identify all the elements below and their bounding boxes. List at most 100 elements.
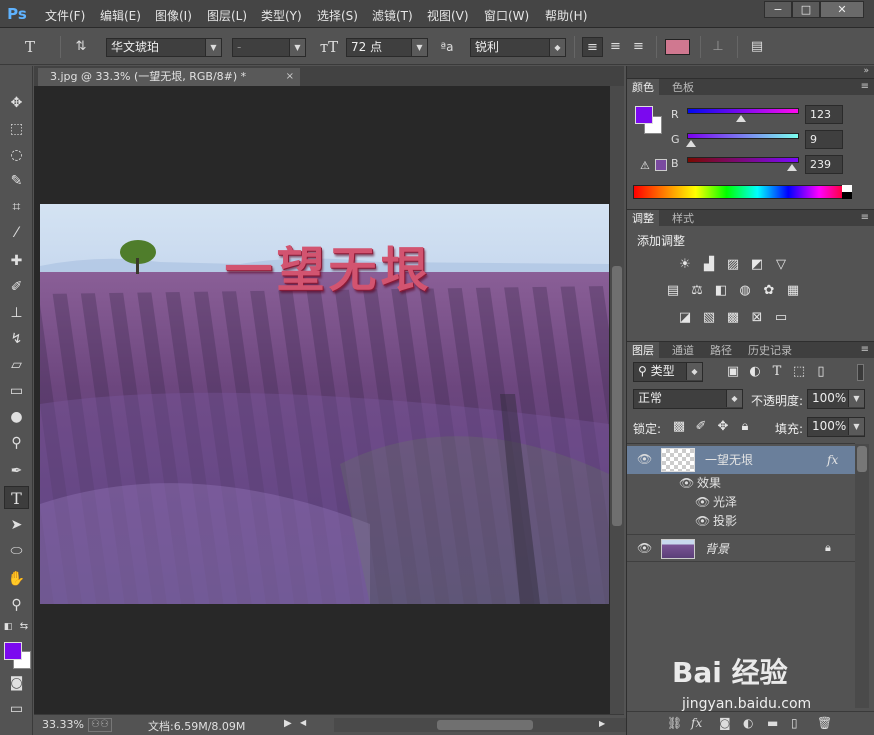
threshold-icon[interactable]: ▩ [723,309,743,327]
status-menu-arrow-icon[interactable]: ▶ [284,718,292,729]
align-left-icon[interactable]: ≡ [582,37,603,57]
screen-mode-icon[interactable]: ▭ [4,698,29,721]
gradient-tool-icon[interactable]: ▭ [4,380,29,403]
white-ramp-swatch[interactable] [842,185,852,192]
text-layer-overlay[interactable]: 一望无垠 [40,230,609,300]
vibrance-icon[interactable]: ▽ [771,256,791,274]
collapse-panels-icon[interactable]: » [863,66,869,76]
eyedropper-tool-icon[interactable]: ⁄ [4,222,29,245]
align-right-icon[interactable]: ≡ [628,37,649,57]
scroll-right-icon[interactable]: ▶ [599,719,605,728]
selective-color-icon[interactable]: ⊠ [747,309,767,327]
lavender-field-image[interactable]: 一望无垠 [40,204,609,604]
levels-icon[interactable]: ▟ [699,256,719,274]
antialias-select[interactable]: 锐利 ◆ [470,38,566,57]
filter-adjustment-icon[interactable]: ◐ [745,363,765,381]
eye-icon[interactable]: 👁︎ [695,493,710,512]
effects-row[interactable]: 👁︎ 效果 [627,474,855,493]
ellipse-tool-icon[interactable]: ⬭ [4,540,29,563]
tab-adjustments[interactable]: 调整 [627,210,659,227]
filter-toggle-switch[interactable] [857,364,864,381]
default-colors-icon[interactable]: ◧ [2,620,14,634]
layer-filter-select[interactable]: ⚲ 类型 ◆ [633,362,703,382]
canvas-vertical-scrollbar[interactable] [610,86,624,714]
curves-icon[interactable]: ▨ [723,256,743,274]
fx-badge[interactable]: fx [827,447,838,473]
warp-text-icon[interactable]: ⊥ [707,37,729,57]
menu-type[interactable]: 类型(Y) [261,7,302,24]
align-center-icon[interactable]: ≡ [605,37,626,57]
font-size-select[interactable]: 72 点 ▼ [346,38,428,57]
tab-swatches[interactable]: 色板 [667,79,699,96]
status-toggle-icon[interactable]: ⚇⚇ [88,718,112,732]
filter-type-icon[interactable]: T [767,363,787,381]
color-panel-foreground-swatch[interactable] [635,106,653,124]
type-tool-icon[interactable]: T [4,486,29,509]
healing-brush-tool-icon[interactable]: ✚ [4,250,29,273]
hand-tool-icon[interactable]: ✋ [4,568,29,591]
eye-icon[interactable]: 👁︎ [695,512,710,531]
layer-row-text[interactable]: 👁︎ 一望无垠 fx [627,446,855,474]
green-slider-track[interactable] [687,133,799,139]
font-style-select[interactable]: - ▼ [232,38,306,57]
font-family-select[interactable]: 华文琥珀 ▼ [106,38,222,57]
lasso-tool-icon[interactable]: ◌ [4,144,29,167]
red-slider-track[interactable] [687,108,799,114]
green-value-field[interactable]: 9 [805,130,843,149]
layer-name[interactable]: 背景 [705,536,729,562]
layer-name[interactable]: 一望无垠 [705,447,753,473]
canvas-horizontal-scrollbar[interactable] [334,718,642,732]
hue-saturation-icon[interactable]: ▤ [663,282,683,300]
dodge-tool-icon[interactable]: ⚲ [4,432,29,455]
color-balance-icon[interactable]: ⚖ [687,282,707,300]
menu-edit[interactable]: 编辑(E) [100,7,141,24]
lock-all-icon[interactable]: 🔒︎ [735,418,755,436]
swap-colors-icon[interactable]: ⇆ [18,620,30,634]
eraser-tool-icon[interactable]: ▱ [4,354,29,377]
tab-channels[interactable]: 通道 [667,342,699,359]
zoom-tool-icon[interactable]: ⚲ [4,594,29,617]
panel-menu-icon[interactable]: ≡ [861,212,869,223]
blend-mode-select[interactable]: 正常 ◆ [633,389,743,409]
crop-tool-icon[interactable]: ⌗ [4,196,29,219]
character-panel-icon[interactable]: ▤ [746,37,768,57]
filter-pixel-icon[interactable]: ▣ [723,363,743,381]
stamp-tool-icon[interactable]: ⊥ [4,302,29,325]
scrollbar-thumb[interactable] [857,446,867,472]
lock-transparent-icon[interactable]: ▩ [669,418,689,436]
history-brush-tool-icon[interactable]: ↯ [4,328,29,351]
red-slider-thumb[interactable] [736,115,747,122]
scrollbar-thumb[interactable] [612,266,622,526]
black-ramp-swatch[interactable] [842,192,852,199]
tab-color[interactable]: 颜色 [627,79,659,96]
path-select-tool-icon[interactable]: ➤ [4,514,29,537]
foreground-color-swatch[interactable] [4,642,22,660]
zoom-level[interactable]: 33.33% [42,718,84,731]
scroll-left-icon[interactable]: ◀ [300,718,306,727]
panel-menu-icon[interactable]: ≡ [861,81,869,92]
tab-paths[interactable]: 路径 [705,342,737,359]
green-slider-thumb[interactable] [685,140,696,147]
filter-smart-object-icon[interactable]: ▯ [811,363,831,381]
invert-icon[interactable]: ◪ [675,309,695,327]
lock-image-icon[interactable]: ✐ [691,418,711,436]
tab-layers[interactable]: 图层 [627,342,659,359]
channel-mixer-icon[interactable]: ✿ [759,282,779,300]
document-tab[interactable]: 3.jpg @ 33.3% (一望无垠, RGB/8#) * × [38,68,300,86]
pen-tool-icon[interactable]: ✒ [4,460,29,483]
posterize-icon[interactable]: ▧ [699,309,719,327]
gradient-map-icon[interactable]: ▭ [771,309,791,327]
layer-row-background[interactable]: 👁︎ 背景 🔒︎ [627,534,855,562]
brush-tool-icon[interactable]: ✐ [4,276,29,299]
blur-tool-icon[interactable]: ● [4,406,29,429]
menu-layer[interactable]: 图层(L) [207,7,247,24]
text-orientation-icon[interactable]: ⇅ [70,37,92,57]
menu-select[interactable]: 选择(S) [317,7,358,24]
tab-history[interactable]: 历史记录 [743,342,797,359]
text-color-swatch[interactable] [665,39,690,55]
menu-window[interactable]: 窗口(W) [484,7,529,24]
quick-mask-icon[interactable]: ◙ [4,672,29,695]
black-white-icon[interactable]: ◧ [711,282,731,300]
exposure-icon[interactable]: ◩ [747,256,767,274]
close-tab-icon[interactable]: × [286,68,294,86]
